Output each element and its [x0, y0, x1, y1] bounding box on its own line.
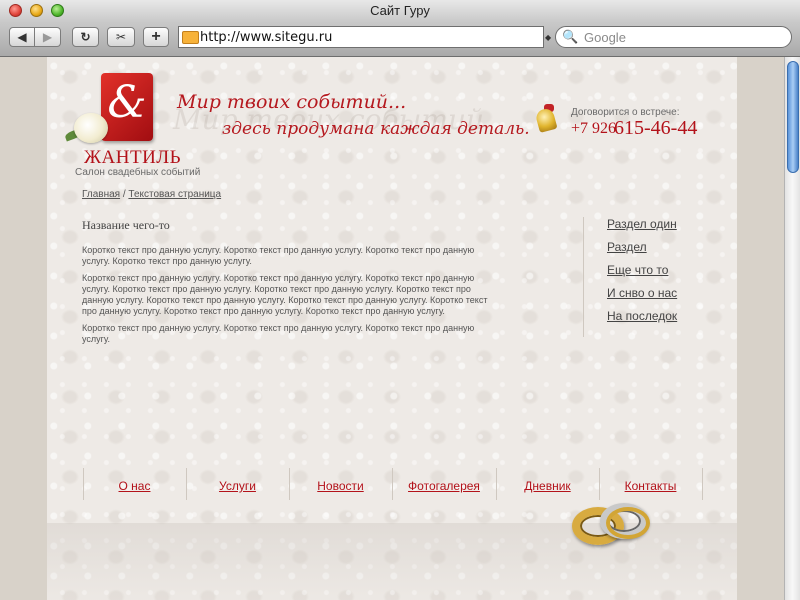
logo[interactable]: & [101, 73, 153, 141]
side-nav: Раздел один Раздел Еще что то И снво о н… [607, 217, 677, 332]
tagline-line-2: здесь продумана каждая деталь. [222, 119, 530, 139]
forward-button[interactable]: ▶ [35, 27, 61, 47]
vertical-scrollbar[interactable] [784, 57, 800, 600]
window-title: Сайт Гуру [370, 3, 430, 18]
snapback-button[interactable]: ✂ [107, 27, 135, 47]
breadcrumb-home-link[interactable]: Главная [82, 189, 120, 200]
search-placeholder: Google [584, 30, 626, 45]
phone-number: 615-46-44 [614, 117, 698, 139]
footer-nav: О нас Услуги Новости Фотогалерея Дневник… [83, 468, 703, 500]
side-nav-link[interactable]: Еще что то [607, 263, 677, 286]
content-paragraph: Коротко текст про данную услугу. Коротко… [82, 245, 475, 266]
scrollbar-thumb[interactable] [787, 61, 799, 173]
reload-icon: ↻ [80, 30, 91, 44]
sidebar-divider [583, 217, 584, 337]
footer-link-gallery[interactable]: Фотогалерея [392, 479, 496, 493]
content-paragraph: Коротко текст про данную услугу. Коротко… [82, 323, 475, 344]
logo-glyph: & [107, 77, 147, 128]
footer-link-about[interactable]: О нас [83, 479, 186, 493]
browser-toolbar: ◀ ▶ ↻ ✂ + http://www.sitegu.ru ◆ 🔍 Googl… [0, 22, 800, 57]
side-nav-link[interactable]: Раздел [607, 240, 677, 263]
page-heading: Название чего-то [82, 218, 170, 232]
brand-subtitle: Салон свадебных событий [75, 167, 201, 178]
brand-name[interactable]: ЖАНТИЛЬ [84, 147, 181, 169]
footer-link-services[interactable]: Услуги [186, 479, 289, 493]
reload-button[interactable]: ↻ [72, 27, 99, 47]
footer-separator [702, 468, 703, 500]
address-dropdown-icon[interactable]: ◆ [545, 33, 551, 42]
add-bookmark-button[interactable]: + [143, 27, 169, 47]
folder-icon [182, 31, 199, 44]
address-bar[interactable]: http://www.sitegu.ru [178, 26, 544, 48]
bell-icon [534, 107, 558, 133]
ring-inner-band [606, 507, 650, 539]
breadcrumb: Главная / Текстовая страница [82, 189, 221, 200]
tagline-line-1: Мир твоих событий... [177, 91, 407, 113]
footer-link-contacts[interactable]: Контакты [599, 479, 702, 493]
page-container: & ЖАНТИЛЬ Салон свадебных событий Мир тв… [47, 57, 737, 600]
snapback-icon: ✂ [115, 30, 127, 44]
phone-prefix: +7 926 [571, 120, 617, 137]
side-nav-link[interactable]: И снво о нас [607, 286, 677, 309]
window-titlebar: Сайт Гуру [0, 0, 800, 23]
forward-arrow-icon: ▶ [42, 30, 53, 44]
breadcrumb-current-link[interactable]: Текстовая страница [128, 189, 221, 200]
rose-icon [74, 113, 108, 143]
footer-link-diary[interactable]: Дневник [496, 479, 599, 493]
page-viewport: & ЖАНТИЛЬ Салон свадебных событий Мир тв… [0, 57, 784, 600]
plus-icon: + [151, 28, 161, 45]
main-content: Название чего-то Коротко текст про данну… [82, 218, 492, 351]
side-nav-link[interactable]: Раздел один [607, 217, 677, 240]
back-arrow-icon: ◀ [17, 30, 27, 44]
side-nav-link[interactable]: На последок [607, 309, 677, 332]
wedding-rings-icon [572, 497, 662, 557]
address-url[interactable]: http://www.sitegu.ru [200, 30, 332, 45]
footer-link-news[interactable]: Новости [289, 479, 392, 493]
search-field[interactable]: 🔍 Google [555, 26, 792, 48]
back-button[interactable]: ◀ [9, 27, 35, 47]
content-paragraph: Коротко текст про данную услугу. Коротко… [82, 273, 488, 316]
search-icon[interactable]: 🔍 [562, 29, 578, 45]
